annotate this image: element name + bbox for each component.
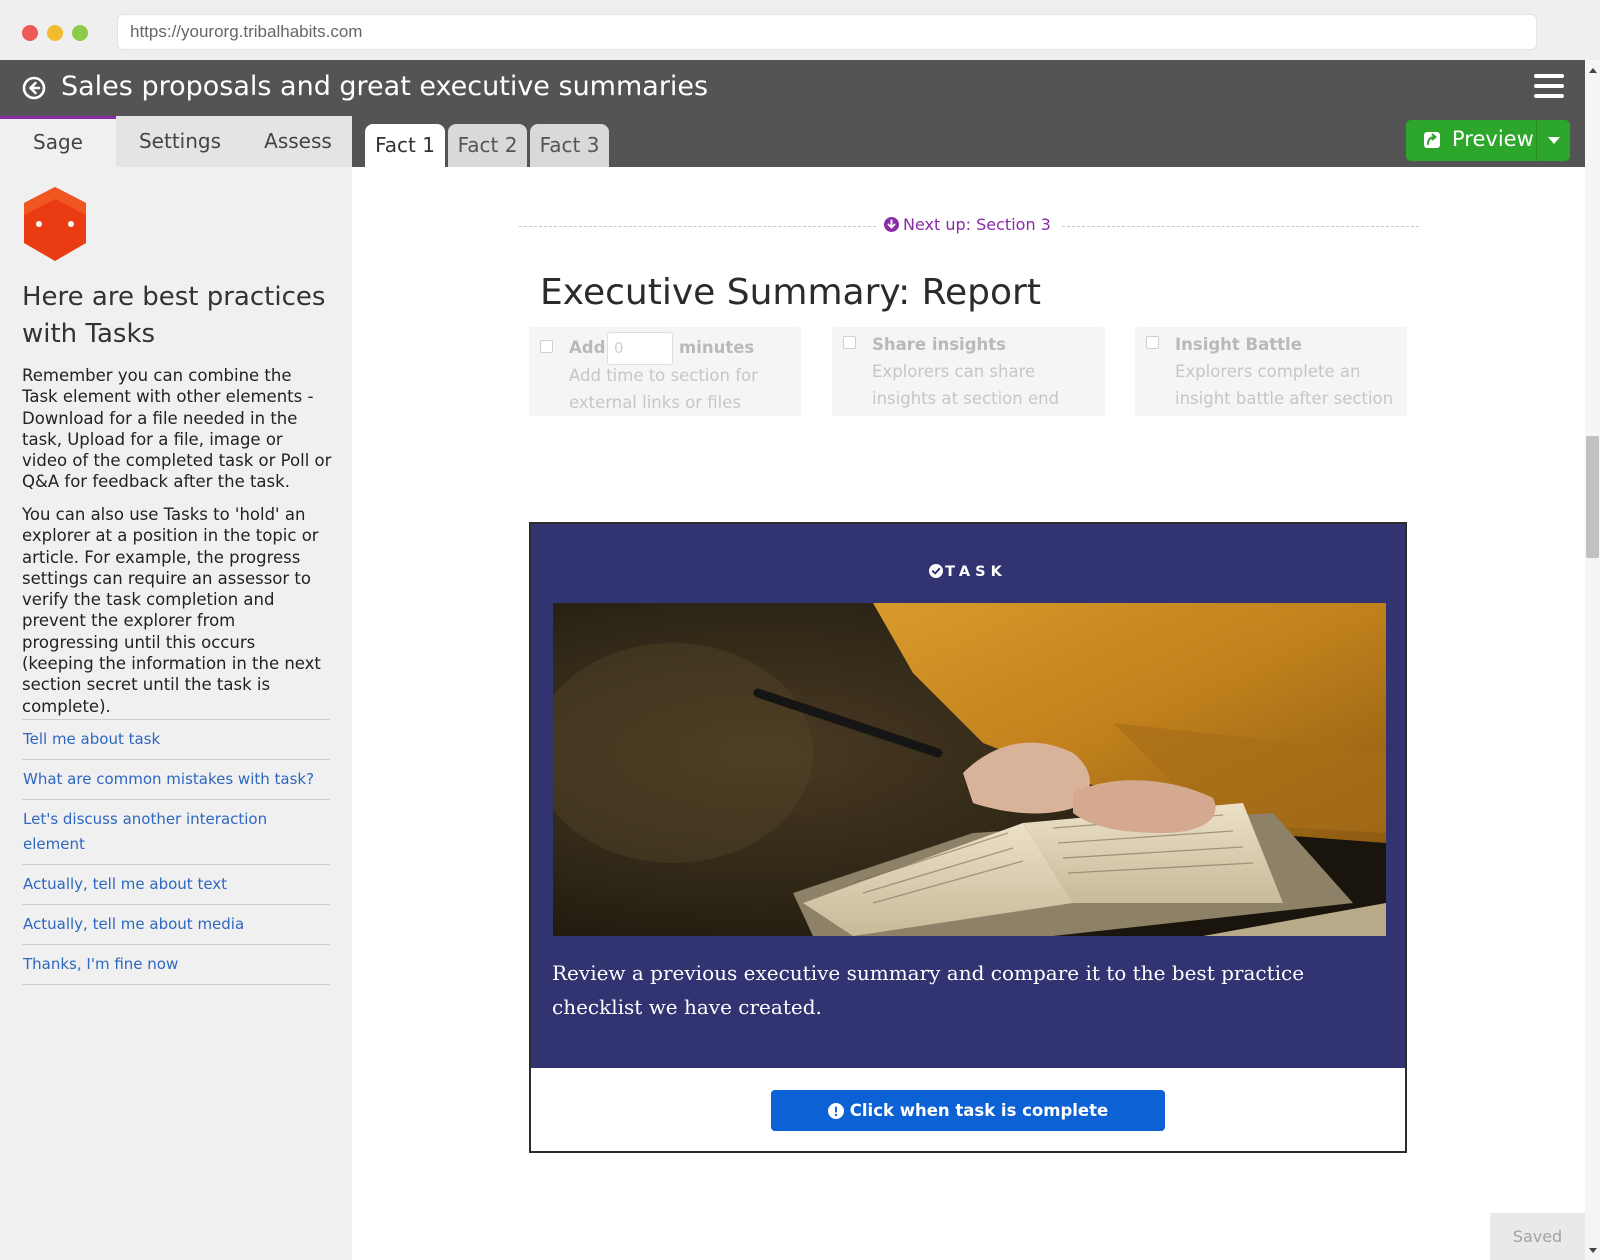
tab-settings[interactable]: Settings [116, 116, 244, 167]
task-card: TASK Review a previous executive summary… [529, 522, 1407, 1153]
section-title[interactable]: Executive Summary: Report [540, 272, 1041, 313]
minutes-input[interactable]: 0 [607, 332, 673, 365]
sage-paragraph: You can also use Tasks to 'hold' an expl… [22, 505, 321, 716]
minimize-window-button[interactable] [47, 25, 63, 41]
sage-link-about-media[interactable]: Actually, tell me about media [22, 905, 330, 945]
tab-assess[interactable]: Assess [244, 116, 352, 167]
task-complete-label: Click when task is complete [849, 1101, 1109, 1120]
add-time-checkbox[interactable] [540, 340, 553, 353]
hamburger-menu-icon[interactable] [1534, 74, 1564, 100]
insight-battle-description: Explorers complete an insight battle aft… [1175, 362, 1394, 408]
sage-link-list: Tell me about task What are common mista… [22, 719, 330, 985]
insight-battle-checkbox[interactable] [1146, 336, 1159, 349]
task-content: TASK Review a previous executive summary… [531, 524, 1405, 1068]
sidebar-tabs: Sage Settings Assess [0, 116, 352, 167]
sage-avatar-icon [24, 187, 86, 261]
close-window-button[interactable] [22, 25, 38, 41]
page-title: Sales proposals and great executive summ… [61, 71, 709, 102]
share-insights-description: Explorers can share insights at section … [872, 362, 1060, 408]
next-up-link[interactable]: Next up: Section 3 [884, 215, 1051, 234]
divider-line [519, 226, 876, 227]
scroll-up-arrow-icon[interactable] [1589, 68, 1597, 73]
option-share-insights: Share insights Explorers can share insig… [832, 327, 1105, 416]
tab-sage[interactable]: Sage [0, 116, 116, 167]
sage-paragraph: Remember you can combine the Task elemen… [22, 366, 332, 492]
scroll-down-arrow-icon[interactable] [1589, 1248, 1597, 1253]
address-bar[interactable]: https://yourorg.tribalhabits.com [117, 14, 1537, 50]
chevron-down-icon[interactable] [1548, 137, 1560, 144]
add-time-description: Add time to section for external links o… [569, 366, 758, 412]
option-insight-battle: Insight Battle Explorers complete an ins… [1135, 327, 1407, 416]
preview-label: Preview [1452, 127, 1534, 151]
back-arrow-icon[interactable] [22, 76, 46, 100]
sage-link-another-element[interactable]: Let's discuss another interaction elemen… [22, 800, 330, 865]
browser-chrome: https://yourorg.tribalhabits.com [0, 0, 1600, 60]
task-header: TASK [531, 564, 1405, 580]
scrollbar[interactable] [1585, 60, 1600, 1260]
task-label: TASK [945, 564, 1007, 580]
insight-battle-label: Insight Battle [1175, 335, 1302, 354]
tab-fact-2[interactable]: Fact 2 [448, 124, 527, 167]
divider-line [1062, 226, 1419, 227]
next-up-label: Next up: Section 3 [903, 215, 1051, 234]
option-add-time: Add 0 minutes Add time to section for ex… [529, 327, 801, 416]
preview-divider [1536, 120, 1537, 161]
sage-sidebar: Here are best practices with Tasks Remem… [0, 167, 352, 1260]
add-time-label: Add [569, 338, 606, 357]
sage-link-common-mistakes[interactable]: What are common mistakes with task? [22, 760, 330, 800]
share-insights-label: Share insights [872, 335, 1006, 354]
tab-fact-3[interactable]: Fact 3 [530, 124, 609, 167]
scrollbar-thumb[interactable] [1586, 436, 1599, 558]
exclamation-circle-icon [827, 1103, 844, 1119]
tab-fact-1[interactable]: Fact 1 [365, 124, 445, 167]
sage-link-about-text[interactable]: Actually, tell me about text [22, 865, 330, 905]
share-insights-checkbox[interactable] [843, 336, 856, 349]
task-complete-button[interactable]: Click when task is complete [771, 1090, 1165, 1131]
sage-heading: Here are best practices with Tasks [22, 282, 326, 349]
maximize-window-button[interactable] [72, 25, 88, 41]
saved-status: Saved [1490, 1213, 1585, 1260]
sage-link-tell-about-task[interactable]: Tell me about task [22, 720, 330, 760]
task-description: Review a previous executive summary and … [552, 961, 1305, 1019]
sage-link-fine-now[interactable]: Thanks, I'm fine now [22, 945, 330, 985]
check-circle-icon [929, 564, 944, 578]
writing-in-notebook-image [553, 603, 1386, 936]
preview-button[interactable]: Preview [1406, 120, 1570, 161]
arrow-down-circle-icon [884, 217, 899, 232]
minutes-label: minutes [679, 338, 755, 357]
external-preview-icon [1424, 132, 1440, 148]
